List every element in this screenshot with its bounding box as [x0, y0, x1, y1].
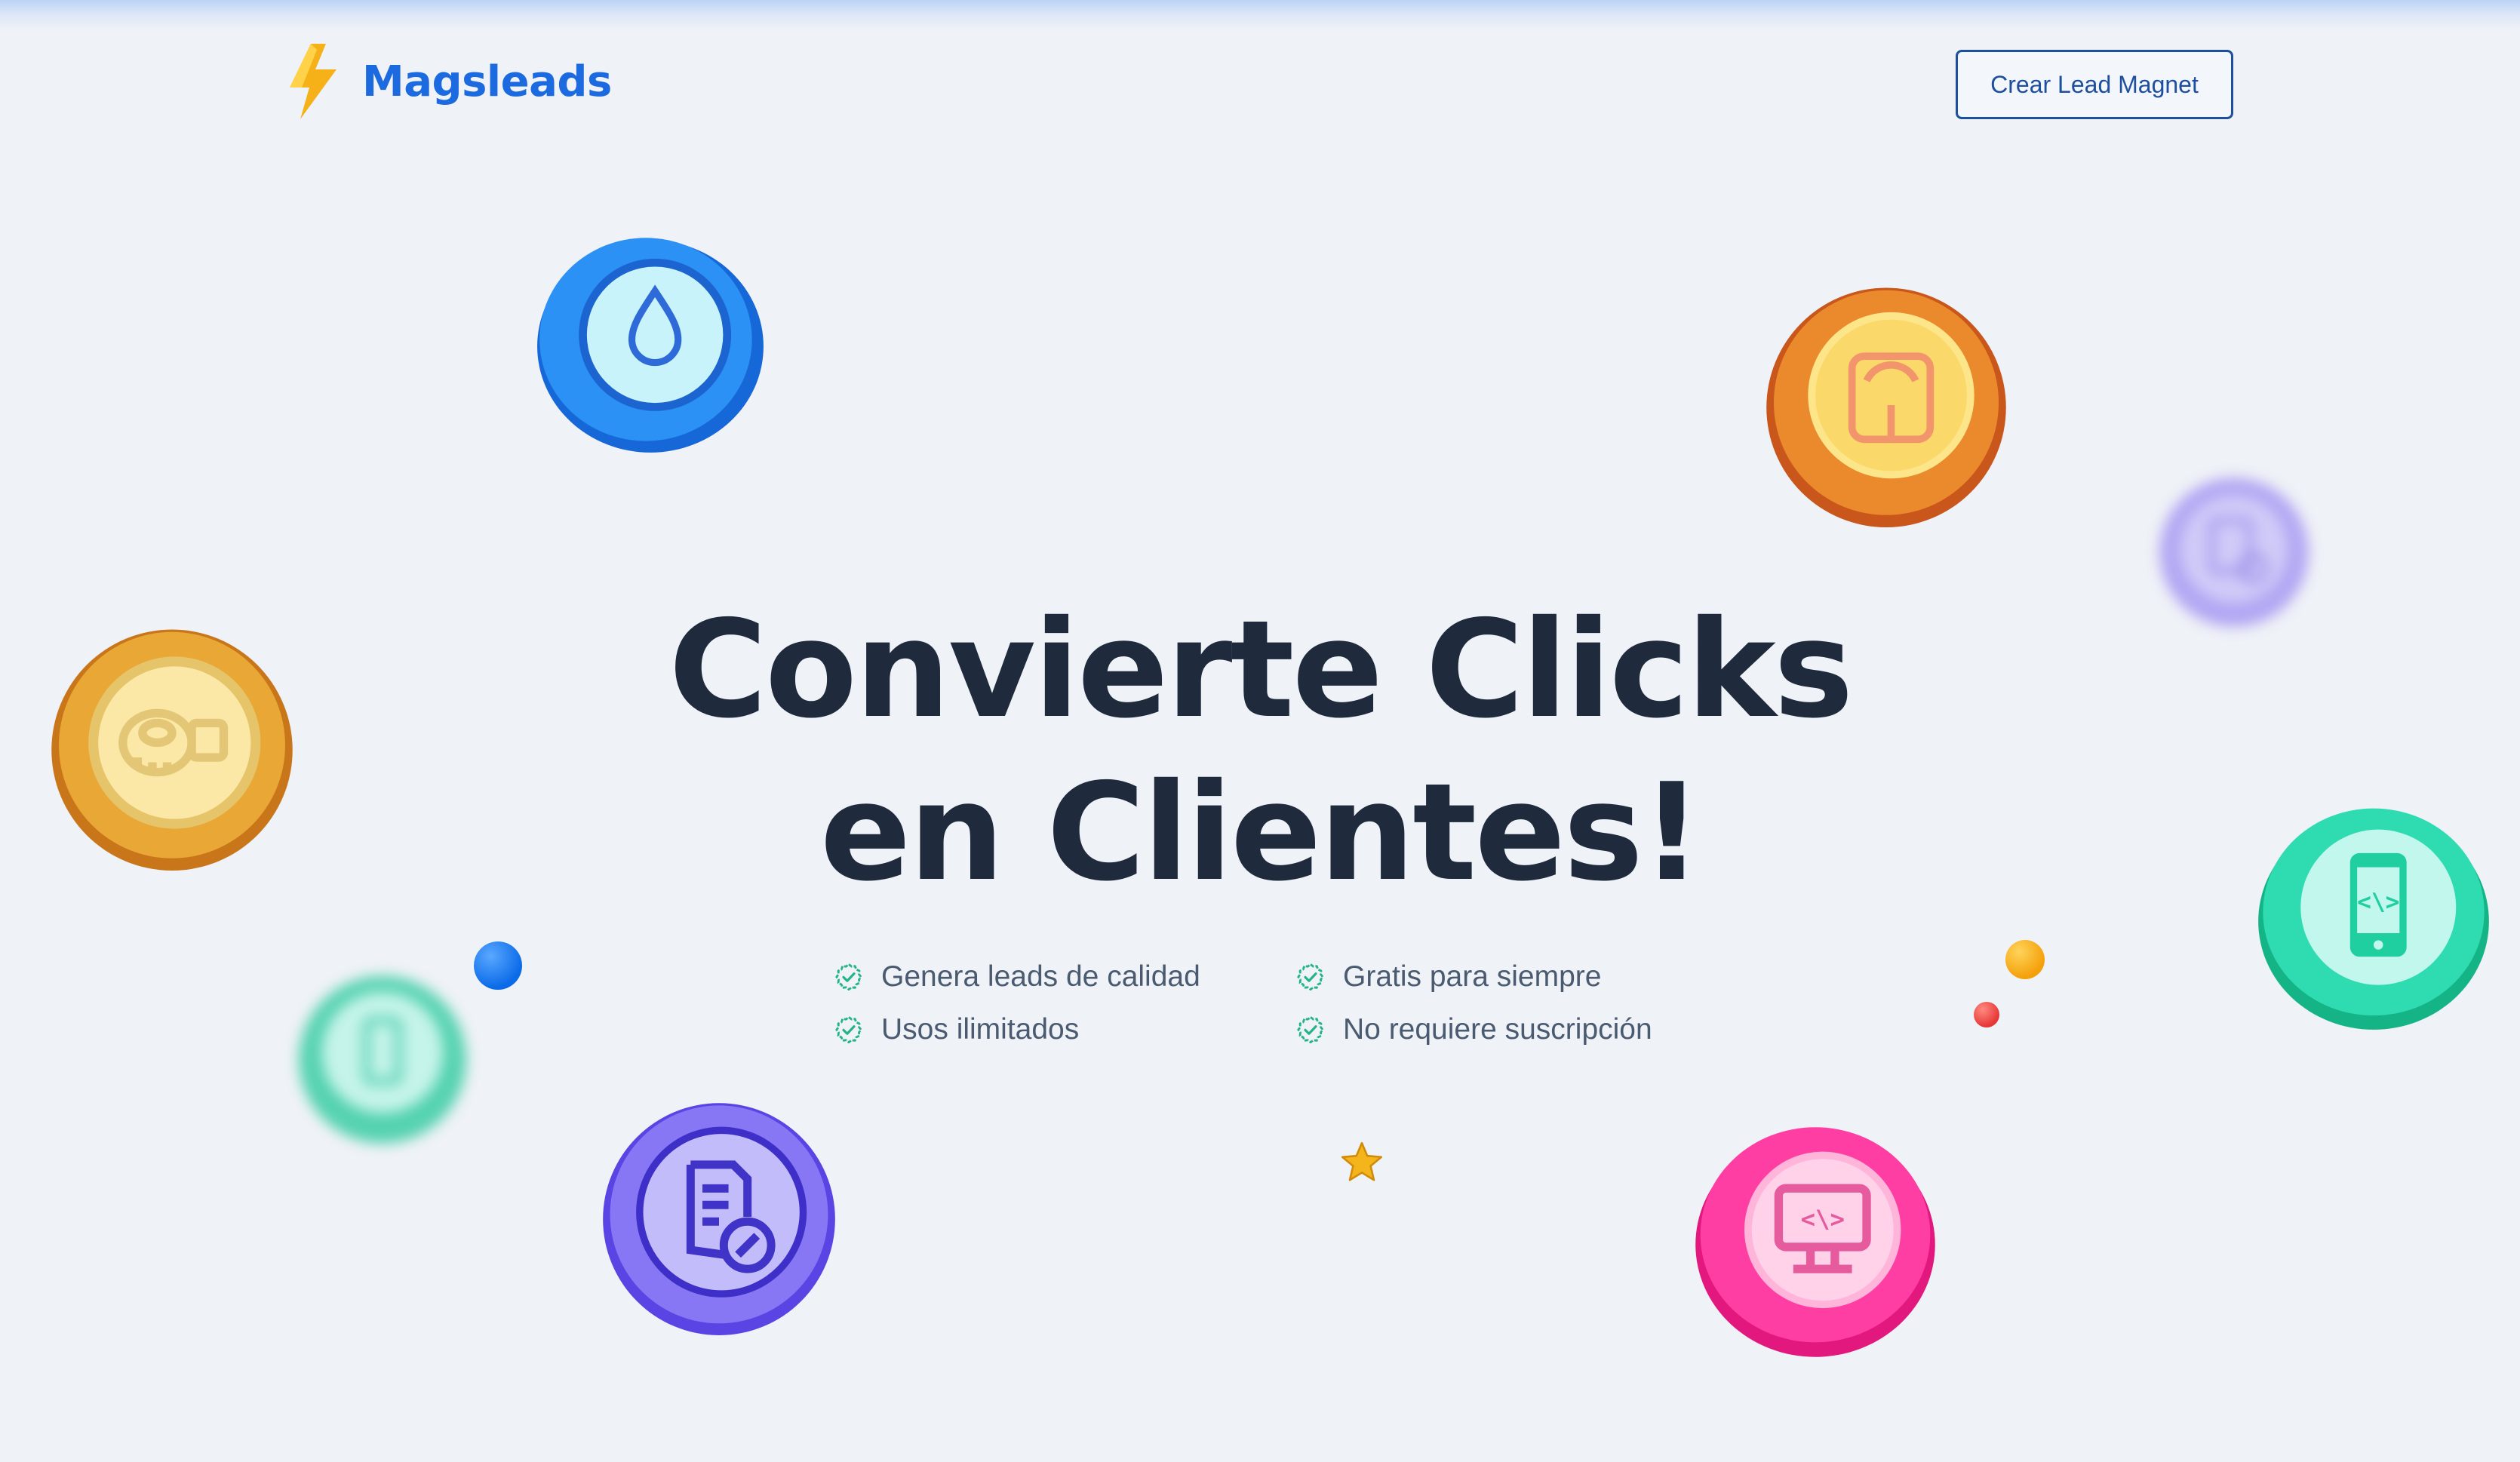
feature-item: Gratis para siempre [1295, 958, 1738, 996]
water-drop-bubble [528, 226, 773, 457]
feature-item: Genera leads de calidad [833, 958, 1295, 996]
svg-text:<\>: <\> [1800, 1205, 1845, 1233]
mobile-code-bubble: <\> [2248, 797, 2499, 1032]
brand-name: Magsleads [362, 57, 612, 106]
hero-title-line-2: en Clientes! [819, 754, 1702, 911]
mobile-bubble-blurred [288, 967, 477, 1145]
measuring-tape-bubble [47, 625, 297, 871]
feature-item: No requiere suscripción [1295, 1011, 1738, 1049]
mobile-code-icon: <\> [2349, 852, 2407, 957]
top-gradient [0, 0, 2520, 30]
check-badge-icon [1297, 963, 1324, 991]
create-lead-magnet-button[interactable]: Crear Lead Magnet [1956, 50, 2233, 119]
svg-text:<\>: <\> [2357, 889, 2399, 916]
clipboard-bubble [2155, 466, 2313, 632]
feature-list: Genera leads de calidad Gratis para siem… [833, 958, 1738, 1049]
check-badge-icon [835, 1015, 862, 1044]
weighing-scale-bubble [1764, 281, 2008, 530]
red-dot [1974, 1002, 1999, 1027]
feature-label: Usos ilimitados [881, 1013, 1080, 1046]
check-badge-icon [1297, 1015, 1324, 1044]
feature-label: No requiere suscripción [1343, 1013, 1652, 1046]
monitor-code-bubble: <\> [1684, 1115, 1947, 1359]
feature-item: Usos ilimitados [833, 1011, 1295, 1049]
lightning-bolt-icon [290, 44, 337, 119]
check-badge-icon [835, 963, 862, 991]
feature-label: Gratis para siempre [1343, 960, 1602, 993]
blue-dot [474, 941, 522, 990]
document-percent-bubble [601, 1092, 837, 1341]
brand-logo[interactable]: Magsleads [284, 44, 612, 119]
hero-title-line-1: Convierte Clicks [668, 591, 1853, 748]
orange-dot [2005, 940, 2045, 979]
star-icon [1341, 1141, 1383, 1181]
feature-label: Genera leads de calidad [881, 960, 1200, 993]
hero-title: Convierte Clicks en Clientes! [528, 588, 1992, 914]
